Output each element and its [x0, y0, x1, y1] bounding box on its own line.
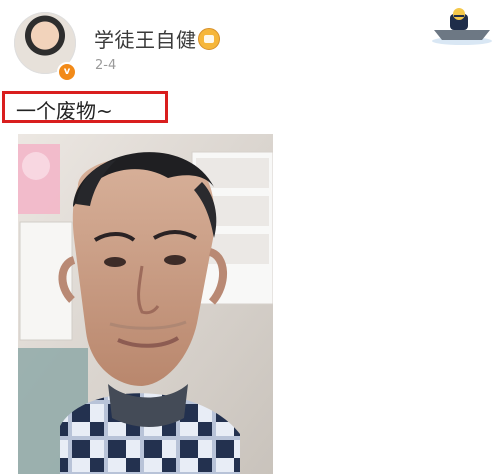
- boat-character-icon: [432, 8, 492, 45]
- verified-badge-icon: v: [57, 62, 77, 82]
- author-name[interactable]: 学徒王自健: [94, 24, 197, 53]
- post-time: 2-4: [95, 58, 117, 73]
- post-photo[interactable]: [18, 134, 273, 474]
- vip-emoji-icon: [198, 28, 220, 50]
- weibo-post-screenshot: v 学徒王自健 2-4 一个废物~: [0, 0, 500, 474]
- selfie-photo: [18, 134, 273, 474]
- post-text: 一个废物~: [16, 99, 113, 123]
